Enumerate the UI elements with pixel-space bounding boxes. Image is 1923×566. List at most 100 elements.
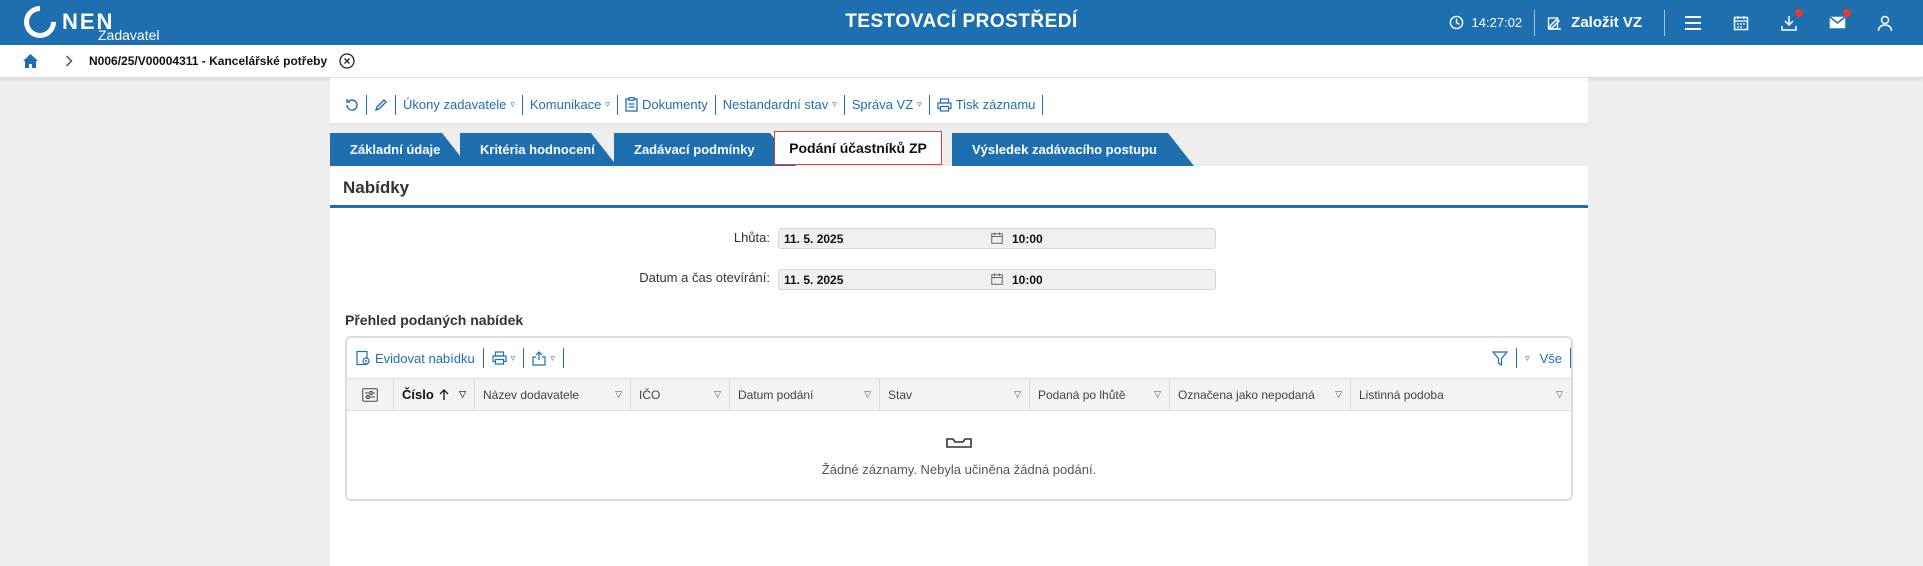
user-button[interactable] (1861, 0, 1909, 45)
grid-export-menu[interactable]: ▿ (532, 348, 564, 368)
grid-print-menu[interactable]: ▿ (492, 348, 525, 368)
caret-down-icon: ▽ (1335, 389, 1342, 399)
breadcrumb-item[interactable]: N006/25/V00004311 - Kancelářské potřeby (89, 54, 327, 68)
caret-down-icon: ▿ (917, 99, 922, 109)
column-label: Stav (888, 387, 913, 402)
toolbar-label: Komunikace (529, 97, 602, 112)
evidovat-nabidku-button[interactable]: Evidovat nabídku (355, 348, 484, 368)
calendar-button[interactable] (1717, 0, 1765, 45)
caret-down-icon: ▿ (1525, 352, 1530, 363)
calendar-icon (1733, 15, 1749, 30)
export-icon (532, 350, 546, 366)
column-label: Listinná podoba (1359, 387, 1444, 402)
tab-label: Zadávací podmínky (634, 142, 755, 157)
column-ico[interactable]: IČO ▽ (631, 379, 730, 410)
empty-message: Žádné záznamy. Nebyla učiněna žádná podá… (821, 462, 1097, 477)
toolbar-label: Tisk záznamu (955, 97, 1036, 112)
view-all-label: Vše (1539, 350, 1562, 366)
column-stav[interactable]: Stav ▽ (880, 379, 1030, 410)
new-vz-button[interactable]: Založit VZ (1535, 0, 1664, 45)
notification-badge (1843, 9, 1851, 17)
close-icon[interactable] (339, 53, 355, 69)
lhuta-date: 11. 5. 2025 (784, 232, 844, 246)
ukony-zadavatele-menu[interactable]: Úkony zadavatele ▿ (396, 94, 523, 115)
column-oznacena-jako-nepodana[interactable]: Označena jako nepodaná ▽ (1170, 379, 1351, 410)
printer-icon (937, 97, 952, 112)
toolbar-label: Úkony zadavatele (403, 97, 507, 112)
menu-button[interactable] (1669, 0, 1717, 45)
column-nazev-dodavatele[interactable]: Název dodavatele ▽ (475, 379, 631, 410)
column-cislo[interactable]: Číslo ▽ (394, 379, 475, 410)
caret-down-icon: ▽ (1556, 389, 1563, 399)
messages-button[interactable] (1813, 0, 1861, 45)
offers-grid: Evidovat nabídku ▿ ▿ ▿ Vše Číslo ▽ Název… (345, 336, 1573, 501)
column-label: Datum podání (738, 387, 814, 402)
tab-kriteria-hodnoceni[interactable]: Kritéria hodnocení (460, 133, 617, 166)
tab-label: Výsledek zadávacího postupu (972, 142, 1157, 157)
tab-vysledek[interactable]: Výsledek zadávacího postupu (952, 133, 1194, 166)
evidovat-label: Evidovat nabídku (375, 350, 475, 366)
otevirani-label: Datum a čas otevírání: (639, 270, 770, 285)
edit-icon (1548, 16, 1562, 30)
hamburger-icon (1685, 15, 1701, 30)
tab-podani-ucastniku[interactable]: Podání účastníků ZP (774, 131, 942, 165)
caret-down-icon: ▿ (550, 352, 555, 363)
record-toolbar: Úkony zadavatele ▿ Komunikace ▿ Dokument… (330, 86, 1588, 124)
column-label: Podaná po lhůtě (1038, 387, 1126, 402)
logo-subtitle: Zadavatel (98, 27, 160, 43)
dokumenty-button[interactable]: Dokumenty (618, 94, 716, 115)
tab-zadavaci-podminky[interactable]: Zadávací podmínky (614, 133, 796, 166)
column-podana-po-lhute[interactable]: Podaná po lhůtě ▽ (1030, 379, 1170, 410)
column-label: Číslo (402, 387, 434, 402)
toolbar-label: Správa VZ (851, 97, 914, 112)
logo-ring-icon (17, 0, 63, 45)
otevirani-time: 10:00 (1012, 273, 1043, 287)
grid-toolbar-right: ▿ Vše (1484, 348, 1571, 368)
caret-down-icon: ▽ (714, 389, 721, 399)
downloads-button[interactable] (1765, 0, 1813, 45)
column-label: Název dodavatele (483, 387, 580, 402)
sort-ascending-icon (439, 388, 449, 400)
tab-label: Kritéria hodnocení (480, 142, 595, 157)
lhuta-label: Lhůta: (733, 230, 770, 245)
komunikace-menu[interactable]: Komunikace ▿ (523, 94, 618, 115)
grid-toolbar: Evidovat nabídku ▿ ▿ ▿ Vše (347, 338, 1571, 378)
top-bar: NEN Zadavatel TESTOVACÍ PROSTŘEDÍ 14:27:… (0, 0, 1923, 45)
breadcrumb: N006/25/V00004311 - Kancelářské potřeby (0, 45, 1923, 78)
edit-button[interactable] (367, 94, 396, 115)
caret-down-icon: ▽ (1014, 389, 1021, 399)
grid-header-row: Číslo ▽ Název dodavatele ▽ IČO ▽ Datum p… (347, 378, 1571, 411)
tab-label: Podání účastníků ZP (789, 140, 927, 156)
grid-title: Přehled podaných nabídek (345, 312, 524, 328)
empty-tray-icon (347, 437, 1571, 449)
caret-down-icon: ▿ (605, 99, 610, 109)
download-icon (1781, 15, 1797, 31)
toolbar-label: Dokumenty (641, 97, 708, 112)
section-divider (330, 205, 1588, 208)
caret-down-icon: ▽ (459, 389, 466, 399)
home-icon (23, 54, 38, 68)
view-all-menu[interactable]: ▿ Vše (1517, 348, 1571, 368)
tisk-zaznamu-button[interactable]: Tisk záznamu (930, 94, 1044, 115)
column-listinna-podoba[interactable]: Listinná podoba ▽ (1351, 379, 1571, 410)
column-label: Označena jako nepodaná (1178, 387, 1315, 402)
notification-badge (1795, 9, 1803, 17)
clock-icon (1449, 15, 1463, 30)
column-settings-button[interactable] (347, 379, 394, 410)
filter-button[interactable] (1484, 348, 1518, 368)
sprava-vz-menu[interactable]: Správa VZ ▿ (845, 94, 930, 115)
filter-icon (1492, 350, 1509, 366)
column-datum-podani[interactable]: Datum podání ▽ (730, 379, 880, 410)
otevirani-date: 11. 5. 2025 (784, 273, 844, 287)
session-clock: 14:27:02 (1449, 0, 1535, 45)
caret-down-icon: ▽ (864, 389, 871, 399)
home-button[interactable] (22, 53, 39, 69)
caret-down-icon: ▽ (1154, 389, 1161, 399)
lhuta-field: 11. 5. 2025 10:00 (778, 228, 1216, 249)
refresh-icon (346, 98, 358, 111)
refresh-button[interactable] (338, 94, 367, 115)
new-vz-label: Založit VZ (1571, 14, 1642, 31)
nestandardni-stav-menu[interactable]: Nestandardní stav ▿ (716, 94, 845, 115)
lhuta-time: 10:00 (1012, 232, 1043, 246)
chevron-right-icon (65, 55, 73, 67)
